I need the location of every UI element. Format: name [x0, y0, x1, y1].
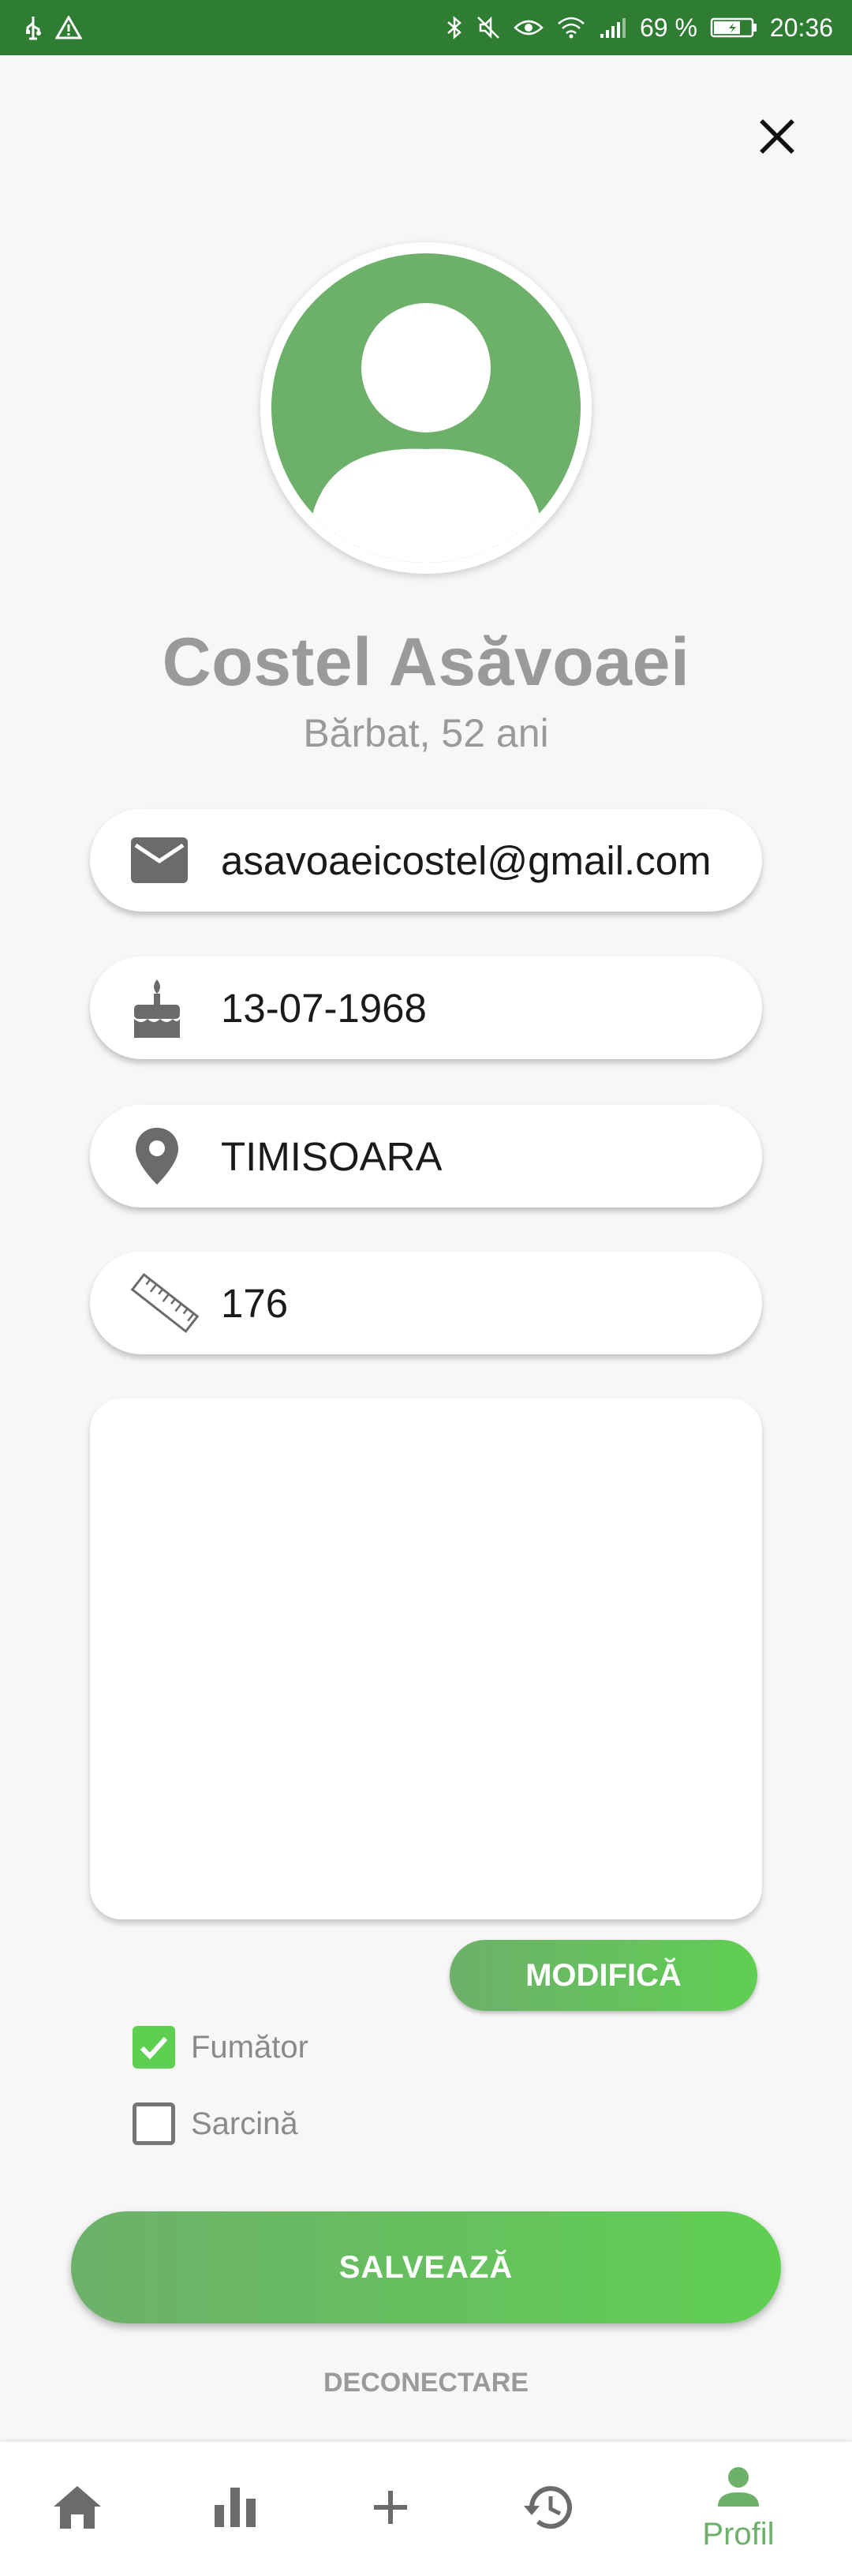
- home-icon: [52, 2484, 103, 2534]
- birthdate-field[interactable]: 13-07-1968: [90, 957, 762, 1059]
- email-icon: [129, 836, 216, 885]
- battery-icon: [710, 17, 757, 39]
- pregnancy-checkbox-row[interactable]: Sarcină: [133, 2102, 298, 2145]
- logout-link[interactable]: DECONECTARE: [0, 2368, 852, 2398]
- avatar[interactable]: [260, 242, 592, 574]
- profile-icon: [716, 2466, 760, 2514]
- checkmark-icon: [140, 2036, 168, 2060]
- avatar-person-icon: [271, 253, 581, 563]
- add-icon: [371, 2488, 410, 2531]
- cake-icon: [129, 976, 216, 1039]
- mute-icon: [476, 15, 501, 40]
- birthdate-value: 13-07-1968: [221, 985, 427, 1031]
- status-bar: 69 % 20:36: [0, 0, 852, 55]
- save-button[interactable]: SALVEAZĂ: [71, 2211, 781, 2323]
- notes-textarea[interactable]: [90, 1398, 762, 1919]
- smoker-checkbox[interactable]: [133, 2026, 175, 2069]
- city-field[interactable]: TIMISOARA: [90, 1105, 762, 1208]
- eye-icon: [514, 17, 544, 39]
- bluetooth-icon: [446, 15, 463, 40]
- email-value: asavoaeicostel@gmail.com: [221, 837, 712, 883]
- smoker-label: Fumător: [191, 2029, 308, 2065]
- battery-percent: 69 %: [639, 13, 697, 42]
- height-value: 176: [221, 1280, 289, 1326]
- nav-stats[interactable]: [180, 2442, 290, 2576]
- stats-icon: [213, 2486, 257, 2533]
- signal-icon: [599, 17, 627, 39]
- nav-profile[interactable]: Profil: [683, 2442, 794, 2576]
- status-left-icons: [24, 15, 82, 40]
- warning-icon: [55, 16, 82, 39]
- profile-subtitle: Bărbat, 52 ani: [303, 711, 549, 755]
- wifi-icon: [556, 16, 586, 39]
- nav-add[interactable]: [335, 2442, 446, 2576]
- nav-profile-label: Profil: [702, 2517, 775, 2552]
- location-pin-icon: [129, 1125, 216, 1188]
- close-button[interactable]: [746, 107, 809, 170]
- bottom-nav: Profil: [0, 2442, 852, 2576]
- pregnancy-label: Sarcină: [191, 2106, 298, 2141]
- height-field[interactable]: 176: [90, 1252, 762, 1354]
- modify-button[interactable]: MODIFICĂ: [450, 1940, 757, 2011]
- clock: 20:36: [769, 13, 833, 42]
- history-icon: [521, 2484, 574, 2535]
- nav-home[interactable]: [22, 2442, 133, 2576]
- smoker-checkbox-row[interactable]: Fumător: [133, 2026, 308, 2069]
- email-field[interactable]: asavoaeicostel@gmail.com: [90, 809, 762, 912]
- profile-name: Costel Asăvoaei: [162, 624, 690, 700]
- city-value: TIMISOARA: [221, 1133, 443, 1179]
- nav-history[interactable]: [492, 2442, 603, 2576]
- pregnancy-checkbox[interactable]: [133, 2102, 175, 2145]
- close-icon: [758, 118, 796, 159]
- ruler-icon: [129, 1267, 216, 1339]
- status-right-icons: 69 % 20:36: [446, 13, 833, 43]
- usb-icon: [24, 15, 43, 40]
